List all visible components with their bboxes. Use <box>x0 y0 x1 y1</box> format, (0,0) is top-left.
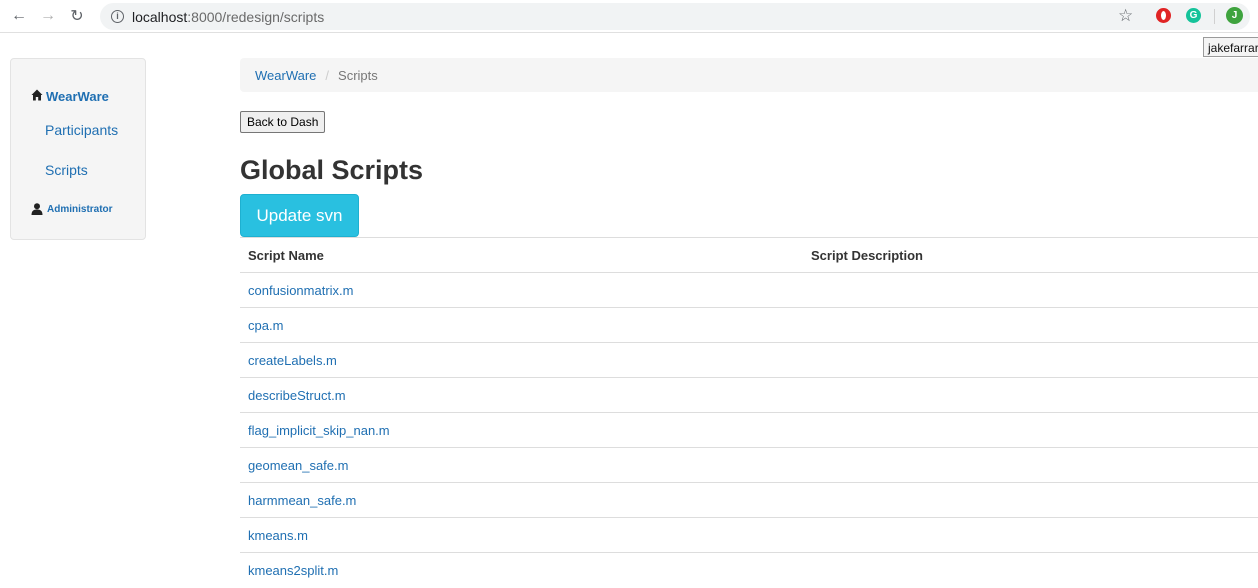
script-description-cell <box>803 272 1258 308</box>
script-name-cell: describeStruct.m <box>240 377 803 413</box>
script-link[interactable]: confusionmatrix.m <box>248 283 353 298</box>
script-name-cell: geomean_safe.m <box>240 447 803 483</box>
script-name-cell: confusionmatrix.m <box>240 272 803 308</box>
page-title: Global Scripts <box>240 155 424 185</box>
update-svn-button[interactable]: Update svn <box>240 194 359 237</box>
script-link[interactable]: geomean_safe.m <box>248 458 348 473</box>
table-row: geomean_safe.m <box>240 447 1258 483</box>
back-to-dash-button[interactable]: Back to Dash <box>240 111 326 133</box>
script-name-cell: kmeans2split.m <box>240 552 803 588</box>
script-name-cell: kmeans.m <box>240 517 803 553</box>
adblock-extension-icon[interactable] <box>1156 8 1171 23</box>
script-link[interactable]: flag_implicit_skip_nan.m <box>248 423 390 438</box>
table-row: harmmean_safe.m <box>240 482 1258 518</box>
sidebar-item-participants[interactable]: Participants <box>45 122 118 138</box>
profile-avatar[interactable]: J <box>1226 7 1243 24</box>
script-description-cell <box>803 447 1258 483</box>
breadcrumb-home-link[interactable]: WearWare <box>255 68 316 83</box>
admin-label: Administrator <box>47 203 113 215</box>
column-header-script-name: Script Name <box>240 237 803 273</box>
breadcrumb-separator: / <box>325 67 330 83</box>
browser-toolbar: ← → ↻ i localhost:8000/redesign/scripts … <box>0 0 1258 33</box>
script-description-cell <box>803 342 1258 378</box>
forward-arrow-icon[interactable]: → <box>38 6 58 26</box>
script-name-cell: cpa.m <box>240 307 803 343</box>
sidebar: WearWare Participants Scripts Administra… <box>10 58 146 240</box>
table-row: confusionmatrix.m <box>240 272 1258 308</box>
script-link[interactable]: describeStruct.m <box>248 388 346 403</box>
url-text: localhost:8000/redesign/scripts <box>132 8 325 25</box>
table-row: cpa.m <box>240 307 1258 343</box>
table-row: kmeans.m <box>240 517 1258 553</box>
table-row: kmeans2split.m <box>240 552 1258 588</box>
script-link[interactable]: kmeans2split.m <box>248 563 338 578</box>
table-row: createLabels.m <box>240 342 1258 378</box>
site-info-icon[interactable]: i <box>111 10 124 23</box>
breadcrumb-current: Scripts <box>338 67 378 83</box>
table-row: describeStruct.m <box>240 377 1258 413</box>
scripts-table: Script Name Script Description confusion… <box>240 237 1258 588</box>
bookmark-star-icon[interactable]: ☆ <box>1118 6 1133 26</box>
script-name-cell: createLabels.m <box>240 342 803 378</box>
script-description-cell <box>803 482 1258 518</box>
script-description-cell <box>803 377 1258 413</box>
address-bar[interactable]: i localhost:8000/redesign/scripts <box>100 3 1250 30</box>
script-link[interactable]: harmmean_safe.m <box>248 493 356 508</box>
sidebar-brand-link[interactable]: WearWare <box>31 89 109 104</box>
profile-tooltip: jakefarrar <box>1203 37 1258 57</box>
sidebar-brand-label: WearWare <box>46 89 109 104</box>
script-link[interactable]: kmeans.m <box>248 528 308 543</box>
script-name-cell: harmmean_safe.m <box>240 482 803 518</box>
sidebar-item-administrator[interactable]: Administrator <box>31 203 113 215</box>
back-arrow-icon[interactable]: ← <box>9 6 29 26</box>
script-description-cell <box>803 412 1258 448</box>
toolbar-divider <box>1214 9 1215 24</box>
grammarly-extension-icon[interactable]: G <box>1186 8 1201 23</box>
script-description-cell <box>803 517 1258 553</box>
script-link[interactable]: createLabels.m <box>248 353 337 368</box>
script-description-cell <box>803 307 1258 343</box>
table-row: flag_implicit_skip_nan.m <box>240 412 1258 448</box>
column-header-script-description: Script Description <box>803 237 1258 273</box>
home-icon <box>31 89 43 104</box>
sidebar-item-scripts[interactable]: Scripts <box>45 162 88 178</box>
table-header-row: Script Name Script Description <box>240 237 1258 273</box>
reload-icon[interactable]: ↻ <box>67 6 87 26</box>
script-name-cell: flag_implicit_skip_nan.m <box>240 412 803 448</box>
script-link[interactable]: cpa.m <box>248 318 283 333</box>
script-description-cell <box>803 552 1258 588</box>
user-icon <box>31 203 43 215</box>
breadcrumb: WearWare / Scripts <box>240 58 1258 92</box>
